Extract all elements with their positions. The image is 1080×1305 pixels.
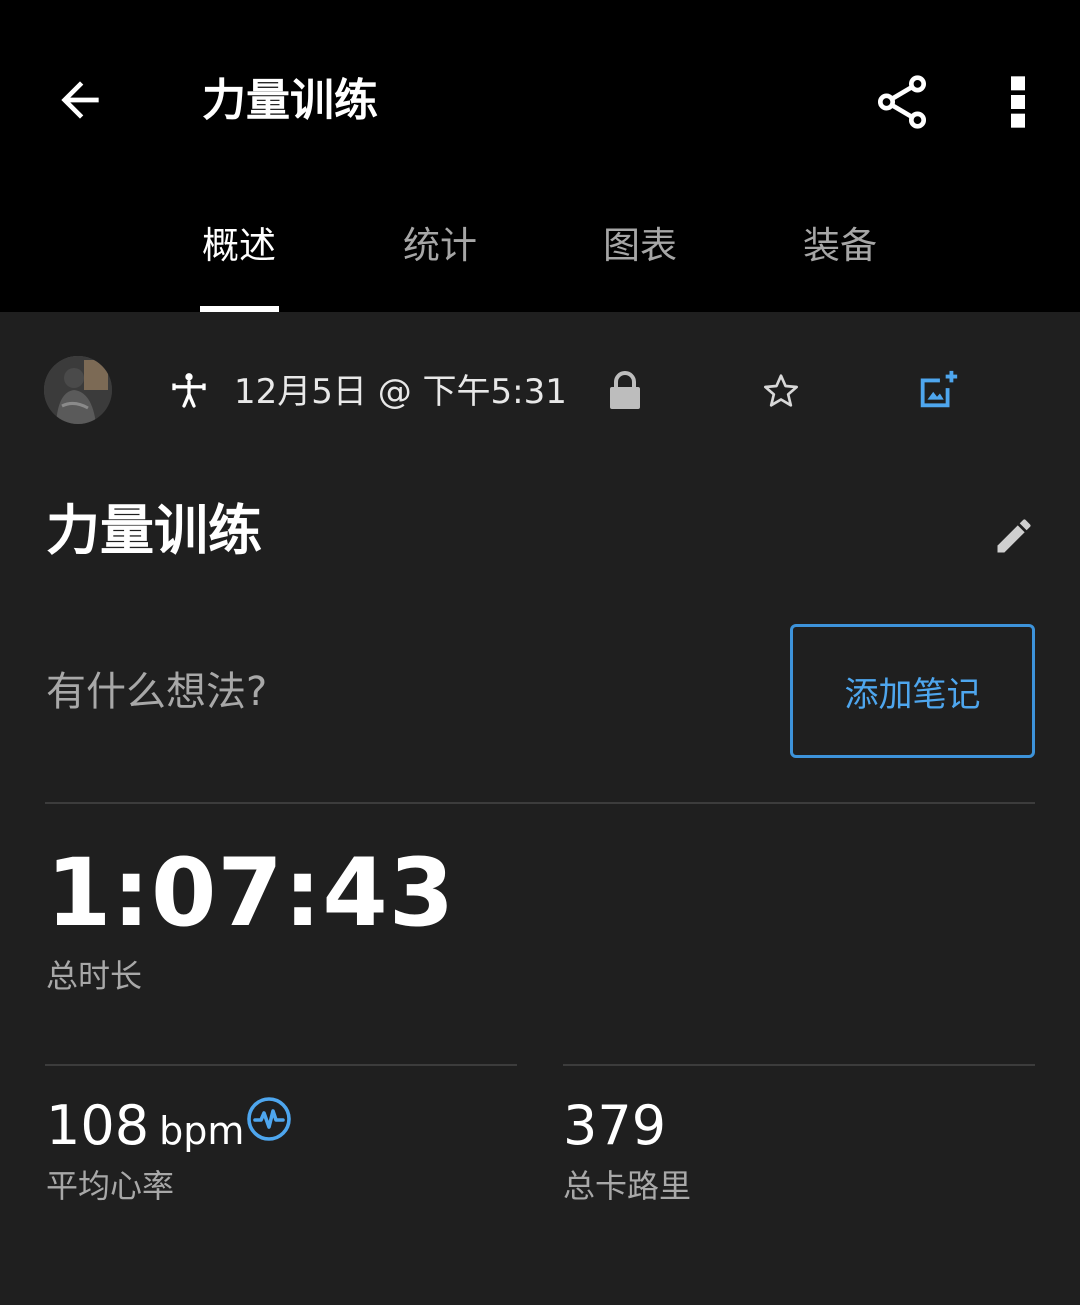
more-options-button[interactable] (980, 60, 1056, 144)
avatar-image (44, 356, 112, 424)
duration-value: 1:07:43 (46, 839, 456, 948)
tab-stats[interactable]: 统计 (370, 220, 510, 312)
star-outline-icon[interactable] (758, 368, 804, 414)
notes-prompt: 有什么想法? (46, 669, 268, 715)
add-photo-icon[interactable] (912, 364, 964, 416)
calories-value: 379 (563, 1094, 667, 1157)
pencil-icon (997, 519, 1031, 553)
add-note-button[interactable]: 添加笔记 (790, 624, 1035, 758)
heart-rate-label: 平均心率 (46, 1167, 175, 1205)
heart-rate-unit: bpm (159, 1109, 245, 1153)
share-icon (877, 75, 927, 129)
calories-label: 总卡路里 (563, 1167, 692, 1205)
more-vert-icon (1011, 76, 1025, 128)
activity-title: 力量训练 (46, 499, 262, 562)
app-bar: 力量训练 概述 统计 图表 装备 (0, 0, 1080, 312)
divider (45, 1064, 517, 1066)
tab-overview[interactable]: 概述 (169, 220, 309, 312)
heart-rate-pulse-icon[interactable] (244, 1094, 294, 1144)
lock-icon[interactable] (604, 368, 646, 414)
tab-indicator (200, 306, 279, 312)
back-button[interactable] (40, 60, 120, 140)
arrow-left-icon (61, 81, 99, 119)
share-button[interactable] (860, 60, 944, 144)
tab-charts[interactable]: 图表 (570, 220, 710, 312)
strength-training-icon (166, 368, 212, 414)
divider (563, 1064, 1035, 1066)
tab-gear[interactable]: 装备 (770, 220, 910, 312)
duration-label: 总时长 (46, 957, 143, 995)
heart-rate-value: 108 (46, 1094, 150, 1157)
edit-title-button[interactable] (988, 510, 1040, 562)
app-title: 力量训练 (202, 75, 378, 126)
avatar[interactable] (44, 356, 112, 424)
heart-rate-stat: 108 bpm (46, 1094, 244, 1163)
divider (45, 802, 1035, 804)
activity-date: 12月5日 @ 下午5:31 (234, 372, 567, 412)
